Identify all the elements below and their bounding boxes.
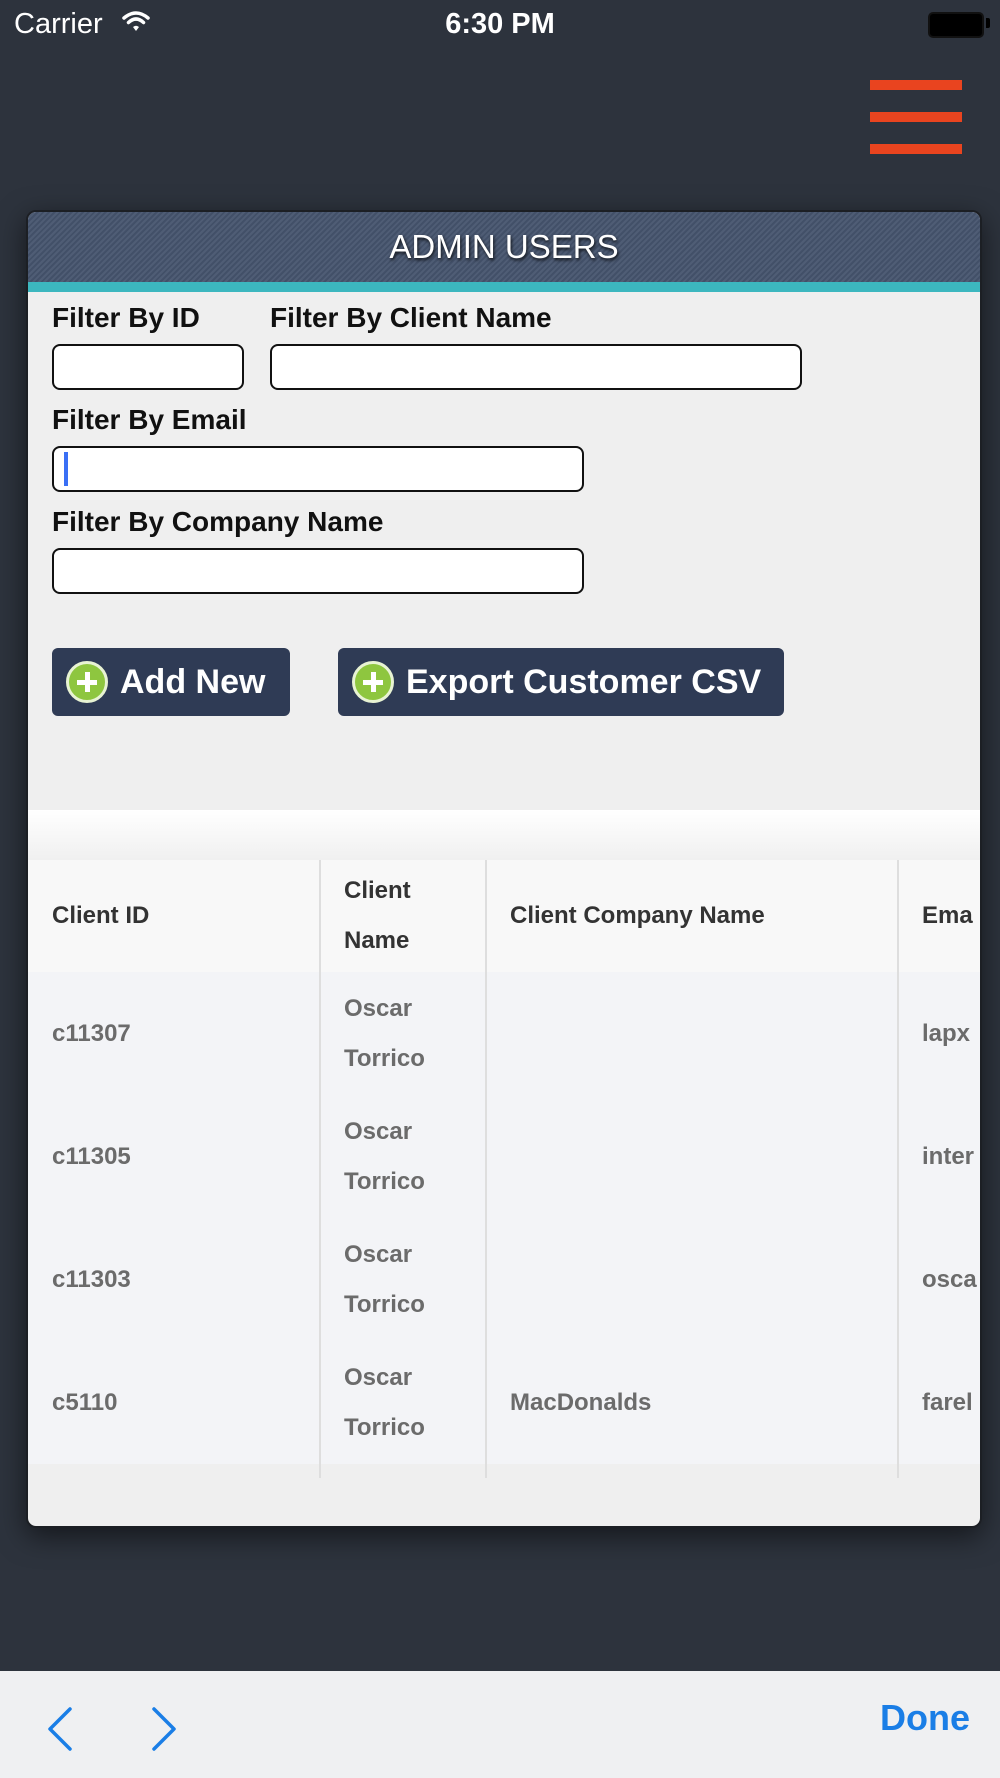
clients-table: Client ID Client Name Client Company Nam… [28, 860, 980, 1478]
column-divider [897, 860, 899, 1478]
export-customer-csv-button[interactable]: Export Customer CSV [338, 648, 784, 716]
filter-client-name-input[interactable] [270, 344, 802, 390]
cell-client-name: Oscar Torrico [344, 994, 425, 1072]
table-row[interactable]: c5110 Oscar Torrico MacDonalds farel [28, 1341, 980, 1464]
plus-icon [66, 661, 108, 703]
table-row[interactable]: c11303 Oscar Torrico osca [28, 1218, 980, 1343]
filter-company-input[interactable] [52, 548, 584, 594]
cell-company [486, 1218, 898, 1341]
table-header: Client ID Client Name Client Company Nam… [28, 860, 980, 974]
filter-email-input[interactable] [52, 446, 584, 492]
back-arrow-icon[interactable] [44, 1705, 76, 1753]
done-button[interactable]: Done [880, 1697, 970, 1739]
filter-company-label: Filter By Company Name [52, 506, 384, 537]
header-client-id[interactable]: Client ID [28, 860, 320, 972]
header-client-company-name[interactable]: Client Company Name [486, 860, 898, 972]
cell-client-id: c11303 [52, 1265, 131, 1293]
cell-client-id: c11305 [52, 1142, 131, 1170]
export-csv-label: Export Customer CSV [406, 663, 762, 701]
cell-client-name: Oscar Torrico [344, 1240, 425, 1318]
filter-email-label: Filter By Email [52, 404, 247, 435]
header-email[interactable]: Ema [898, 860, 980, 972]
cell-email: inter [922, 1142, 975, 1170]
cell-company [486, 1095, 898, 1218]
battery-cap [986, 18, 990, 28]
table-row[interactable]: c11305 Oscar Torrico inter [28, 1095, 980, 1220]
filter-client-name-label: Filter By Client Name [270, 302, 552, 333]
header-client-name[interactable]: Client Name [320, 860, 486, 972]
cell-client-name: Oscar Torrico [344, 1363, 425, 1441]
plus-icon [352, 661, 394, 703]
filter-id-label: Filter By ID [52, 302, 200, 333]
add-new-button[interactable]: Add New [52, 648, 290, 716]
cell-client-id: c11307 [52, 1019, 131, 1047]
panel-title: ADMIN USERS [28, 212, 980, 292]
cell-client-id: c5110 [52, 1388, 118, 1416]
cell-email: lapx [922, 1019, 971, 1047]
cell-email: farel [922, 1388, 973, 1416]
column-divider [485, 860, 487, 1478]
admin-users-panel: ADMIN USERS Filter By ID Filter By Clien… [26, 210, 982, 1528]
table-top-band [28, 810, 980, 860]
table-row[interactable]: c11307 Oscar Torrico lapx [28, 972, 980, 1097]
status-bar: Carrier 6:30 PM [0, 0, 1000, 50]
menu-icon[interactable] [870, 80, 962, 154]
text-cursor [64, 452, 68, 486]
keyboard-accessory-toolbar: Done [0, 1671, 1000, 1778]
cell-company: MacDonalds [510, 1388, 652, 1416]
status-time: 6:30 PM [445, 8, 555, 40]
forward-arrow-icon[interactable] [148, 1705, 180, 1753]
cell-email: osca [922, 1265, 977, 1293]
cell-company [486, 972, 898, 1095]
battery-icon [928, 12, 984, 38]
cell-client-name: Oscar Torrico [344, 1117, 425, 1195]
add-new-label: Add New [120, 663, 266, 701]
column-divider [319, 860, 321, 1478]
filter-id-input[interactable] [52, 344, 244, 390]
